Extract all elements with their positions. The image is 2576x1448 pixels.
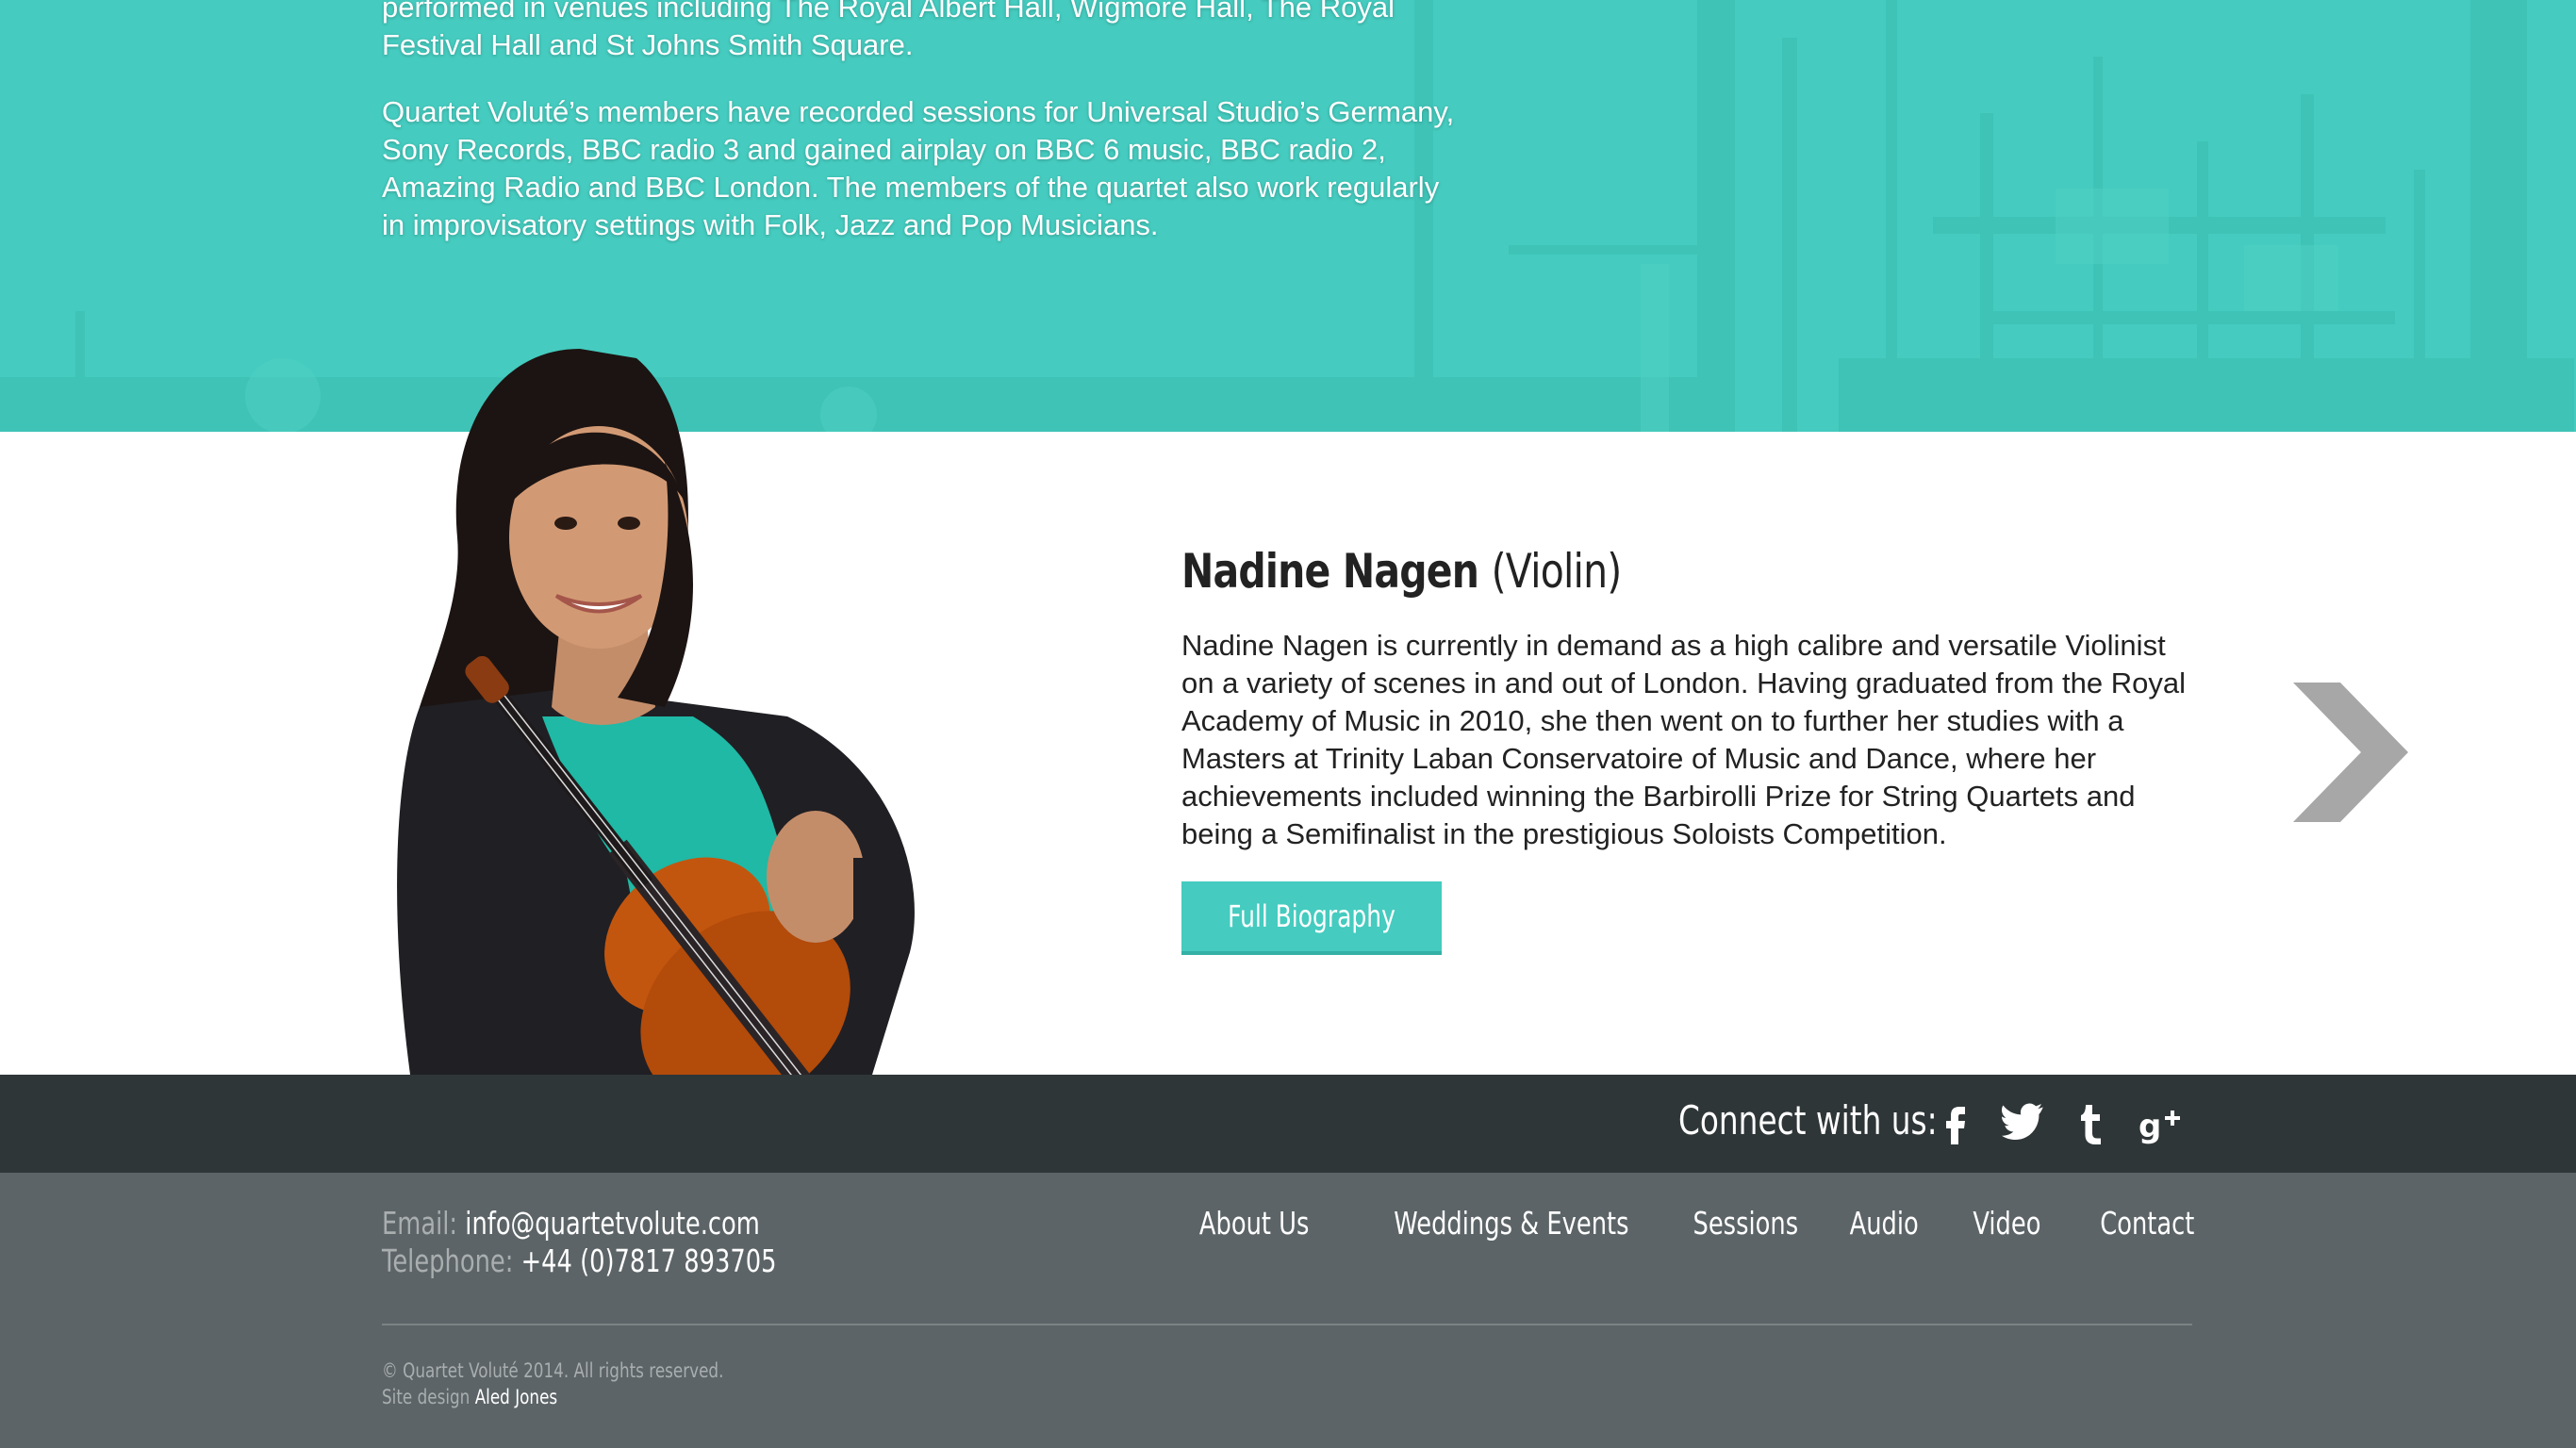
member-profile: Nadine Nagen (Violin) Nadine Nagen is cu… xyxy=(1181,544,2200,955)
next-arrow-icon[interactable] xyxy=(2293,683,2408,822)
twitter-icon[interactable] xyxy=(1999,1099,2048,1148)
telephone-label: Telephone: xyxy=(382,1242,514,1279)
nav-contact-label: Contact xyxy=(2099,1205,2194,1242)
member-name: Nadine Nagen xyxy=(1181,544,1479,599)
footer-nav: About Us Weddings & Events Sessions Audi… xyxy=(1168,1205,2194,1242)
contact-info: Email: info@quartetvolute.com Telephone:… xyxy=(382,1205,888,1280)
telephone-line: Telephone: +44 (0)7817 893705 xyxy=(382,1242,777,1280)
designer-link[interactable]: Aled Jones xyxy=(475,1386,557,1408)
email-link[interactable]: info@quartetvolute.com xyxy=(465,1205,760,1242)
member-role: (Violin) xyxy=(1491,544,1623,599)
legal-info: © Quartet Voluté 2014. All rights reserv… xyxy=(382,1358,809,1410)
facebook-icon[interactable] xyxy=(1931,1099,1980,1148)
nav-video-label: Video xyxy=(1973,1205,2041,1242)
site-design-line: Site design Aled Jones xyxy=(382,1384,723,1410)
email-line: Email: info@quartetvolute.com xyxy=(382,1205,777,1242)
full-biography-label: Full Biography xyxy=(1228,898,1395,934)
footer-divider xyxy=(382,1324,2192,1325)
svg-text:g: g xyxy=(2138,1108,2161,1145)
nav-video[interactable]: Video xyxy=(1954,1205,2040,1242)
nav-contact[interactable]: Contact xyxy=(2073,1205,2194,1242)
connect-bar: Connect with us: g xyxy=(0,1075,2576,1173)
member-heading: Nadine Nagen (Violin) xyxy=(1181,544,2017,599)
hero-paragraph: performed in venues including The Royal … xyxy=(382,0,1395,61)
hero-paragraph: Quartet Voluté’s members have recorded s… xyxy=(382,95,1455,241)
member-bio: Nadine Nagen is currently in demand as a… xyxy=(1181,629,2187,850)
full-biography-button[interactable]: Full Biography xyxy=(1181,881,1442,955)
nav-sessions-label: Sessions xyxy=(1693,1205,1799,1242)
connect-label: Connect with us: xyxy=(1678,1097,1938,1144)
tumblr-icon[interactable] xyxy=(2067,1099,2116,1148)
email-label: Email: xyxy=(382,1205,458,1242)
nav-sessions[interactable]: Sessions xyxy=(1663,1205,1799,1242)
nav-weddings-events[interactable]: Weddings & Events xyxy=(1328,1205,1629,1242)
nav-weddings-events-label: Weddings & Events xyxy=(1393,1205,1629,1242)
hero-text: performed in venues including The Royal … xyxy=(382,0,1466,273)
google-plus-icon[interactable]: g xyxy=(2137,1099,2186,1148)
violinist-portrait xyxy=(397,349,915,1075)
nav-audio[interactable]: Audio xyxy=(1830,1205,1919,1242)
copyright-text: © Quartet Voluté 2014. All rights reserv… xyxy=(382,1359,724,1382)
telephone-link[interactable]: +44 (0)7817 893705 xyxy=(521,1242,777,1279)
site-design-label: Site design xyxy=(382,1386,471,1408)
nav-audio-label: Audio xyxy=(1849,1205,1920,1242)
nav-about-us[interactable]: About Us xyxy=(1168,1205,1310,1242)
nav-about-us-label: About Us xyxy=(1199,1205,1310,1242)
site-footer: Email: info@quartetvolute.com Telephone:… xyxy=(0,1173,2576,1448)
